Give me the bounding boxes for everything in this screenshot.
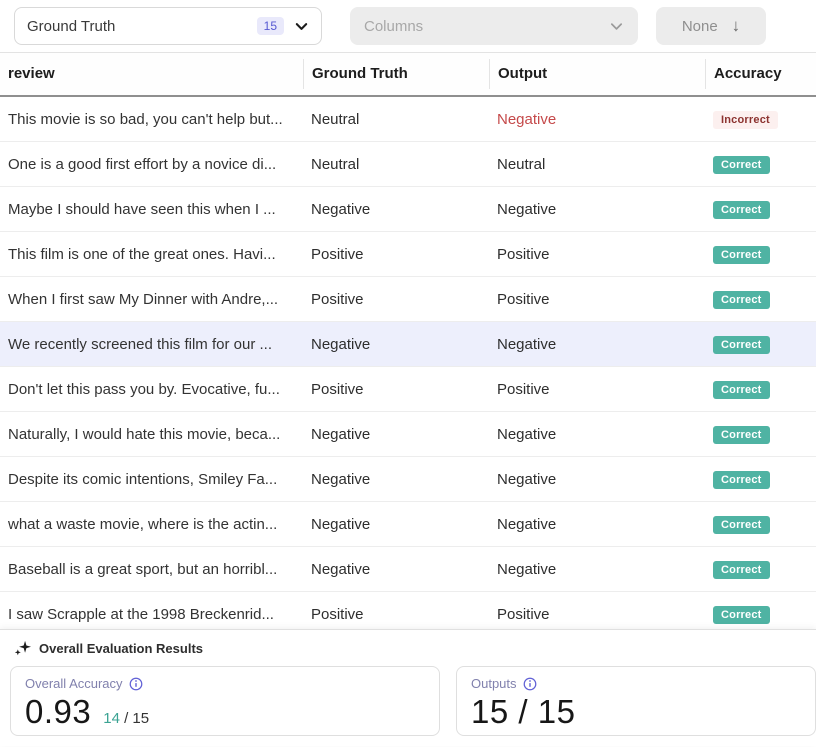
columns-dropdown[interactable]: Columns: [350, 7, 638, 45]
chevron-down-icon: [609, 19, 624, 34]
output-cell: Negative: [489, 561, 705, 578]
ground-truth-filter-dropdown[interactable]: Ground Truth 15: [14, 7, 322, 45]
output-cell: Positive: [489, 291, 705, 308]
table-row[interactable]: Maybe I should have seen this when I ...…: [0, 187, 816, 232]
outputs-value: 15 / 15: [471, 693, 575, 731]
info-icon[interactable]: [129, 677, 143, 691]
output-cell: Negative: [489, 336, 705, 353]
review-cell: We recently screened this film for our .…: [0, 336, 303, 353]
output-cell: Negative: [489, 471, 705, 488]
table-row[interactable]: This film is one of the great ones. Havi…: [0, 232, 816, 277]
ground-truth-cell: Positive: [303, 291, 489, 308]
ground-truth-cell: Positive: [303, 606, 489, 623]
accuracy-badge: Correct: [713, 156, 770, 174]
sort-label: None: [682, 18, 718, 35]
column-header-review[interactable]: review: [0, 59, 303, 89]
table-row[interactable]: I saw Scrapple at the 1998 Breckenrid...…: [0, 592, 816, 629]
review-cell: One is a good first effort by a novice d…: [0, 156, 303, 173]
output-cell: Positive: [489, 246, 705, 263]
ground-truth-cell: Neutral: [303, 156, 489, 173]
filter-label: Ground Truth: [27, 18, 115, 35]
toolbar: Ground Truth 15 Columns None ↓: [0, 0, 816, 53]
review-cell: This movie is so bad, you can't help but…: [0, 111, 303, 128]
outputs-card: Outputs 15 / 15: [456, 666, 816, 736]
accuracy-badge: Correct: [713, 606, 770, 624]
output-cell: Negative: [489, 201, 705, 218]
table-body: This movie is so bad, you can't help but…: [0, 97, 816, 629]
table-row[interactable]: what a waste movie, where is the actin..…: [0, 502, 816, 547]
accuracy-badge: Correct: [713, 291, 770, 309]
review-cell: I saw Scrapple at the 1998 Breckenrid...: [0, 606, 303, 623]
accuracy-badge: Correct: [713, 516, 770, 534]
table-row[interactable]: Despite its comic intentions, Smiley Fa.…: [0, 457, 816, 502]
accuracy-badge: Correct: [713, 336, 770, 354]
review-cell: Naturally, I would hate this movie, beca…: [0, 426, 303, 443]
review-cell: Despite its comic intentions, Smiley Fa.…: [0, 471, 303, 488]
output-cell: Negative: [489, 426, 705, 443]
ground-truth-cell: Neutral: [303, 111, 489, 128]
review-cell: This film is one of the great ones. Havi…: [0, 246, 303, 263]
accuracy-badge: Correct: [713, 561, 770, 579]
accuracy-badge: Correct: [713, 381, 770, 399]
table-row[interactable]: This movie is so bad, you can't help but…: [0, 97, 816, 142]
column-header-ground-truth[interactable]: Ground Truth: [303, 59, 489, 89]
table-header: review Ground Truth Output Accuracy: [0, 53, 816, 97]
output-cell: Negative: [489, 516, 705, 533]
filter-count-badge: 15: [257, 17, 284, 35]
review-cell: Maybe I should have seen this when I ...: [0, 201, 303, 218]
table-row[interactable]: Baseball is a great sport, but an horrib…: [0, 547, 816, 592]
ground-truth-cell: Negative: [303, 426, 489, 443]
table-row[interactable]: Don't let this pass you by. Evocative, f…: [0, 367, 816, 412]
outputs-label: Outputs: [471, 676, 517, 691]
overall-results-panel: Overall Evaluation Results Overall Accur…: [0, 629, 816, 746]
table-row[interactable]: One is a good first effort by a novice d…: [0, 142, 816, 187]
ground-truth-cell: Positive: [303, 246, 489, 263]
review-cell: When I first saw My Dinner with Andre,..…: [0, 291, 303, 308]
info-icon[interactable]: [523, 677, 537, 691]
ground-truth-cell: Negative: [303, 516, 489, 533]
accuracy-badge: Correct: [713, 471, 770, 489]
column-header-output[interactable]: Output: [489, 59, 705, 89]
accuracy-fraction: 14 / 15: [103, 710, 149, 727]
output-cell: Negative: [489, 111, 705, 128]
accuracy-badge: Correct: [713, 246, 770, 264]
review-cell: what a waste movie, where is the actin..…: [0, 516, 303, 533]
review-cell: Baseball is a great sport, but an horrib…: [0, 561, 303, 578]
chevron-down-icon: [294, 19, 309, 34]
output-cell: Neutral: [489, 156, 705, 173]
arrow-down-icon: ↓: [732, 16, 741, 36]
column-header-accuracy[interactable]: Accuracy: [705, 59, 816, 89]
ground-truth-cell: Positive: [303, 381, 489, 398]
output-cell: Positive: [489, 606, 705, 623]
table-row[interactable]: Naturally, I would hate this movie, beca…: [0, 412, 816, 457]
table-row[interactable]: When I first saw My Dinner with Andre,..…: [0, 277, 816, 322]
review-cell: Don't let this pass you by. Evocative, f…: [0, 381, 303, 398]
overall-accuracy-label: Overall Accuracy: [25, 676, 123, 691]
accuracy-badge: Correct: [713, 426, 770, 444]
overall-results-title: Overall Evaluation Results: [39, 641, 203, 656]
columns-label: Columns: [364, 18, 423, 35]
sparkles-icon: [14, 640, 31, 657]
output-cell: Positive: [489, 381, 705, 398]
ground-truth-cell: Negative: [303, 201, 489, 218]
ground-truth-cell: Negative: [303, 561, 489, 578]
overall-accuracy-value: 0.93: [25, 693, 91, 731]
overall-accuracy-card: Overall Accuracy 0.93 14 / 15: [10, 666, 440, 736]
accuracy-badge: Incorrect: [713, 111, 778, 129]
table-row[interactable]: We recently screened this film for our .…: [0, 322, 816, 367]
sort-none-button[interactable]: None ↓: [656, 7, 766, 45]
accuracy-badge: Correct: [713, 201, 770, 219]
ground-truth-cell: Negative: [303, 336, 489, 353]
ground-truth-cell: Negative: [303, 471, 489, 488]
